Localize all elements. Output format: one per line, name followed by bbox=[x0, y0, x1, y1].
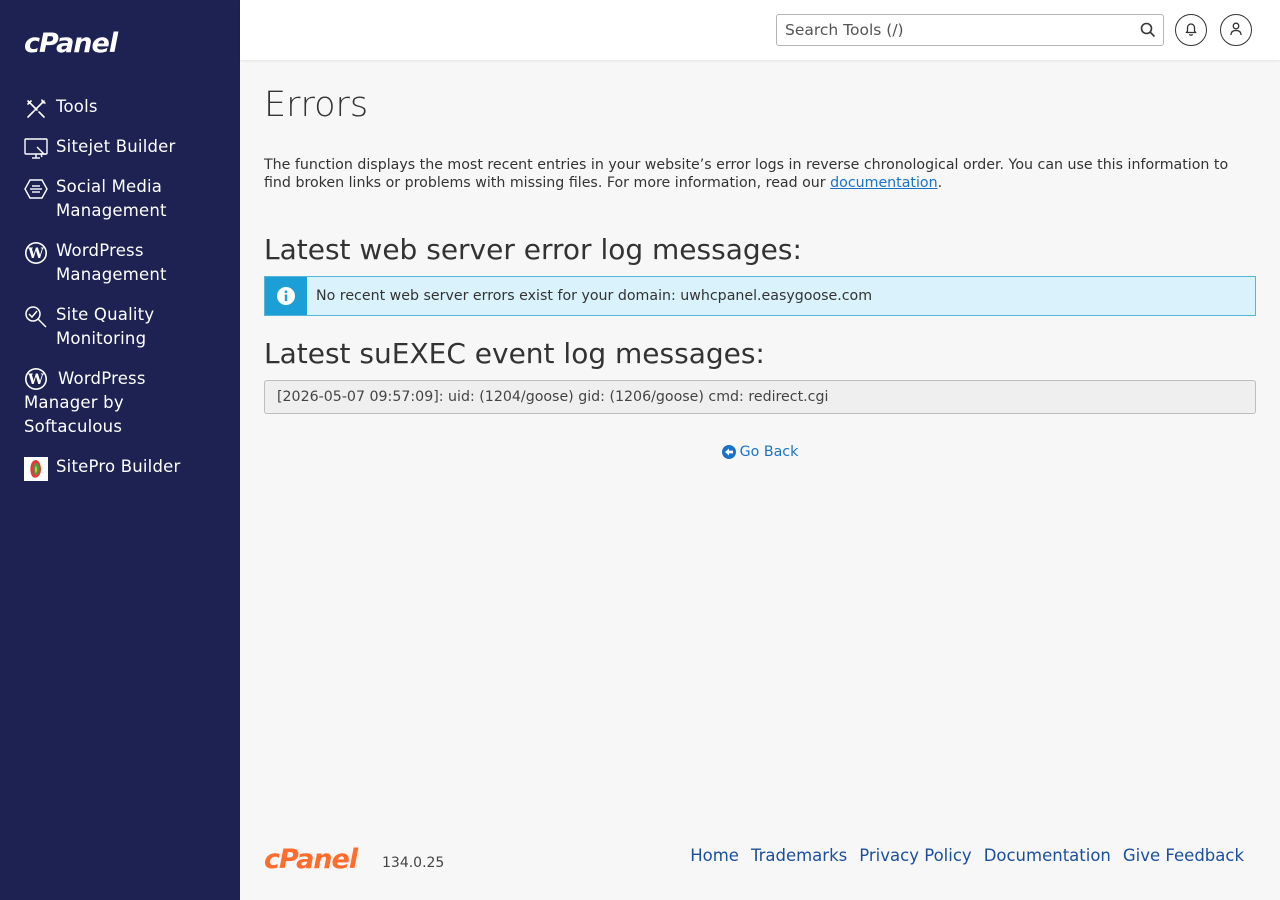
sidebar-item-site-quality-monitoring[interactable]: Site Quality Monitoring bbox=[0, 301, 240, 365]
footer-link-trademarks[interactable]: Trademarks bbox=[751, 846, 847, 865]
sidebar-item-social-media-management[interactable]: Social Media Management bbox=[0, 173, 240, 237]
suexec-event-log-heading: Latest suEXEC event log messages: bbox=[264, 337, 765, 370]
version-number: 134.0.25 bbox=[382, 855, 445, 871]
footer-link-documentation[interactable]: Documentation bbox=[984, 846, 1111, 865]
wordpress-icon: W bbox=[24, 241, 48, 265]
info-icon bbox=[265, 277, 307, 315]
cpanel-logo[interactable]: cPanel bbox=[24, 28, 118, 60]
sidebar-item-wordpress-management[interactable]: W WordPress Management bbox=[0, 237, 240, 301]
bell-icon bbox=[1183, 21, 1199, 40]
arrow-left-circle-icon bbox=[721, 445, 736, 459]
sitejet-icon bbox=[24, 137, 48, 161]
info-alert: No recent web server errors exist for yo… bbox=[264, 276, 1256, 316]
footer-link-home[interactable]: Home bbox=[690, 846, 739, 865]
alert-message: No recent web server errors exist for yo… bbox=[316, 288, 873, 304]
sidebar-item-sitepro-builder[interactable]: SitePro Builder bbox=[0, 453, 240, 493]
svg-text:W: W bbox=[27, 372, 44, 388]
sidebar-item-wordpress-manager-softaculous[interactable]: W WordPress Manager by Softaculous bbox=[0, 365, 240, 453]
footer-link-privacy-policy[interactable]: Privacy Policy bbox=[859, 846, 971, 865]
sidebar: cPanel Tools Sitejet Builder Social Medi… bbox=[0, 0, 240, 900]
footer: cPanel 134.0.25 Home Trademarks Privacy … bbox=[264, 840, 1256, 880]
footer-link-give-feedback[interactable]: Give Feedback bbox=[1123, 846, 1244, 865]
documentation-link[interactable]: documentation bbox=[830, 175, 937, 191]
sidebar-item-sitejet-builder[interactable]: Sitejet Builder bbox=[0, 133, 240, 173]
main-content: Errors The function displays the most re… bbox=[264, 60, 1256, 463]
go-back-container: Go Back bbox=[264, 444, 1256, 463]
search-icon[interactable] bbox=[1139, 21, 1157, 39]
footer-cpanel-logo[interactable]: cPanel bbox=[264, 844, 358, 876]
page-title: Errors bbox=[264, 85, 369, 125]
user-icon bbox=[1228, 21, 1244, 40]
sidebar-nav: Tools Sitejet Builder Social Media Manag… bbox=[0, 93, 240, 493]
svg-text:W: W bbox=[27, 246, 44, 262]
top-header bbox=[240, 0, 1280, 60]
footer-links: Home Trademarks Privacy Policy Documenta… bbox=[690, 846, 1244, 865]
search-box bbox=[776, 14, 1164, 46]
sidebar-item-tools[interactable]: Tools bbox=[0, 93, 240, 133]
sitepro-icon bbox=[24, 457, 48, 481]
social-media-icon bbox=[24, 177, 48, 201]
go-back-link[interactable]: Go Back bbox=[721, 444, 798, 460]
search-input[interactable] bbox=[777, 15, 1127, 45]
suexec-log-box: [2026-05-07 09:57:09]: uid: (1204/goose)… bbox=[264, 380, 1256, 414]
user-account-button[interactable] bbox=[1220, 14, 1252, 46]
suexec-log-textarea[interactable]: [2026-05-07 09:57:09]: uid: (1204/goose)… bbox=[265, 381, 1255, 413]
site-quality-icon bbox=[24, 305, 48, 329]
intro-text: The function displays the most recent en… bbox=[264, 157, 1229, 191]
notifications-button[interactable] bbox=[1175, 14, 1207, 46]
tools-icon bbox=[24, 97, 48, 121]
wordpress-icon: W bbox=[24, 367, 48, 391]
web-server-error-log-heading: Latest web server error log messages: bbox=[264, 233, 802, 266]
